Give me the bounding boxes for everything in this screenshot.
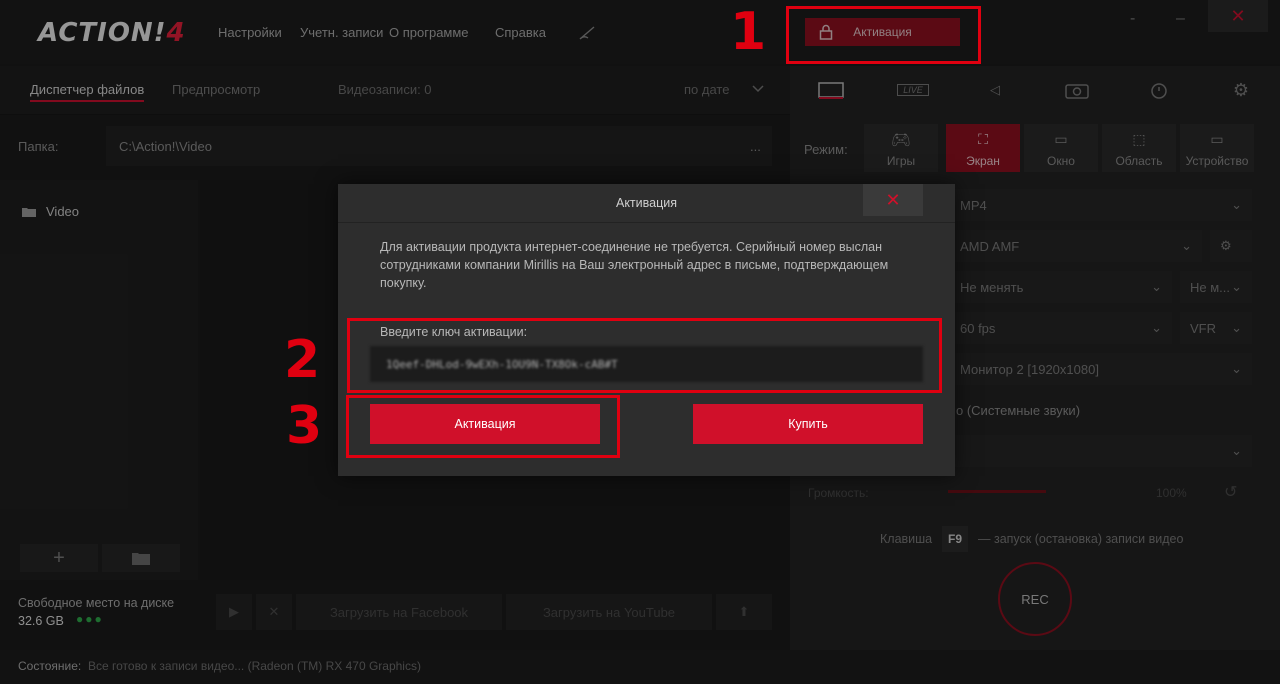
- buy-button-label: Купить: [788, 417, 828, 431]
- annotation-number-1: 1: [730, 2, 767, 62]
- dialog-close-button[interactable]: ✕: [863, 184, 923, 216]
- close-icon: ✕: [885, 189, 901, 210]
- annotation-frame-3: [346, 395, 620, 458]
- annotation-frame-2: [347, 318, 942, 393]
- annotation-number-3: 3: [286, 396, 323, 456]
- annotation-number-2: 2: [284, 330, 321, 390]
- dialog-description: Для активации продукта интернет-соединен…: [380, 240, 889, 290]
- buy-button[interactable]: Купить: [693, 404, 923, 444]
- annotation-frame-1: [786, 6, 981, 64]
